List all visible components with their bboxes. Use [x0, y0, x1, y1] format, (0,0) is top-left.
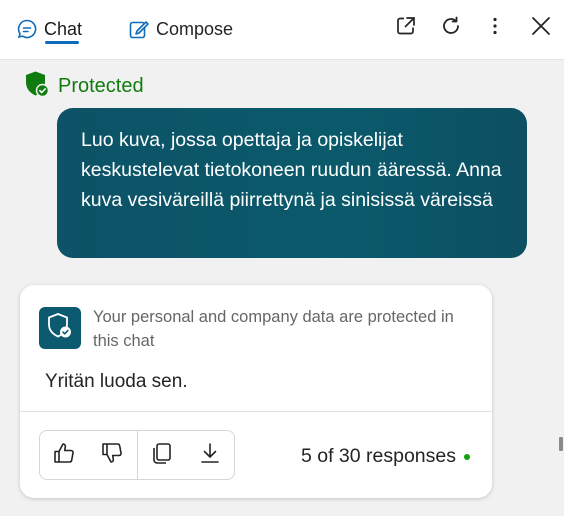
- protected-status: Protected: [0, 61, 564, 111]
- tab-compose[interactable]: Compose: [128, 14, 233, 44]
- feedback-toolbar: [39, 430, 235, 480]
- assistant-message-card: Your personal and company data are prote…: [20, 285, 492, 498]
- tab-chat-label: Chat: [44, 18, 83, 39]
- chat-bubble-icon: [16, 18, 38, 40]
- protected-label: Protected: [58, 74, 144, 97]
- refresh-icon: [440, 15, 462, 42]
- refresh-button[interactable]: [437, 14, 465, 42]
- shield-check-icon: [46, 311, 74, 346]
- data-protection-badge: [39, 307, 81, 349]
- more-options-icon: [484, 15, 506, 42]
- tab-chat[interactable]: Chat: [16, 14, 82, 44]
- thumbs-down-button[interactable]: [88, 431, 136, 479]
- header-bar: Chat Compose: [0, 0, 564, 60]
- card-divider: [20, 411, 492, 412]
- download-icon: [198, 441, 222, 470]
- shield-check-icon: [24, 70, 50, 103]
- close-button[interactable]: [527, 14, 555, 42]
- active-tab-indicator: [45, 41, 79, 44]
- user-message-bubble: Luo kuva, jossa opettaja ja opiskelijat …: [57, 108, 527, 258]
- response-count: 5 of 30 responses: [300, 445, 456, 467]
- open-in-new-window-button[interactable]: [392, 14, 420, 42]
- tab-compose-label: Compose: [156, 18, 234, 39]
- thumbs-up-button[interactable]: [40, 431, 88, 479]
- copy-button[interactable]: [137, 431, 185, 479]
- thumbs-up-icon: [52, 441, 76, 470]
- copy-icon: [150, 441, 174, 470]
- data-protection-notice: Your personal and company data are prote…: [93, 308, 454, 350]
- scrollbar-thumb[interactable]: [559, 437, 563, 451]
- thumbs-down-icon: [100, 441, 124, 470]
- compose-edit-icon: [128, 18, 150, 40]
- status-indicator-dot: [464, 454, 470, 460]
- more-options-button[interactable]: [481, 14, 509, 42]
- assistant-reply-text: Yritän luoda sen.: [45, 371, 188, 392]
- close-icon: [530, 15, 552, 42]
- open-in-new-window-icon: [395, 15, 417, 42]
- download-button[interactable]: [186, 431, 234, 479]
